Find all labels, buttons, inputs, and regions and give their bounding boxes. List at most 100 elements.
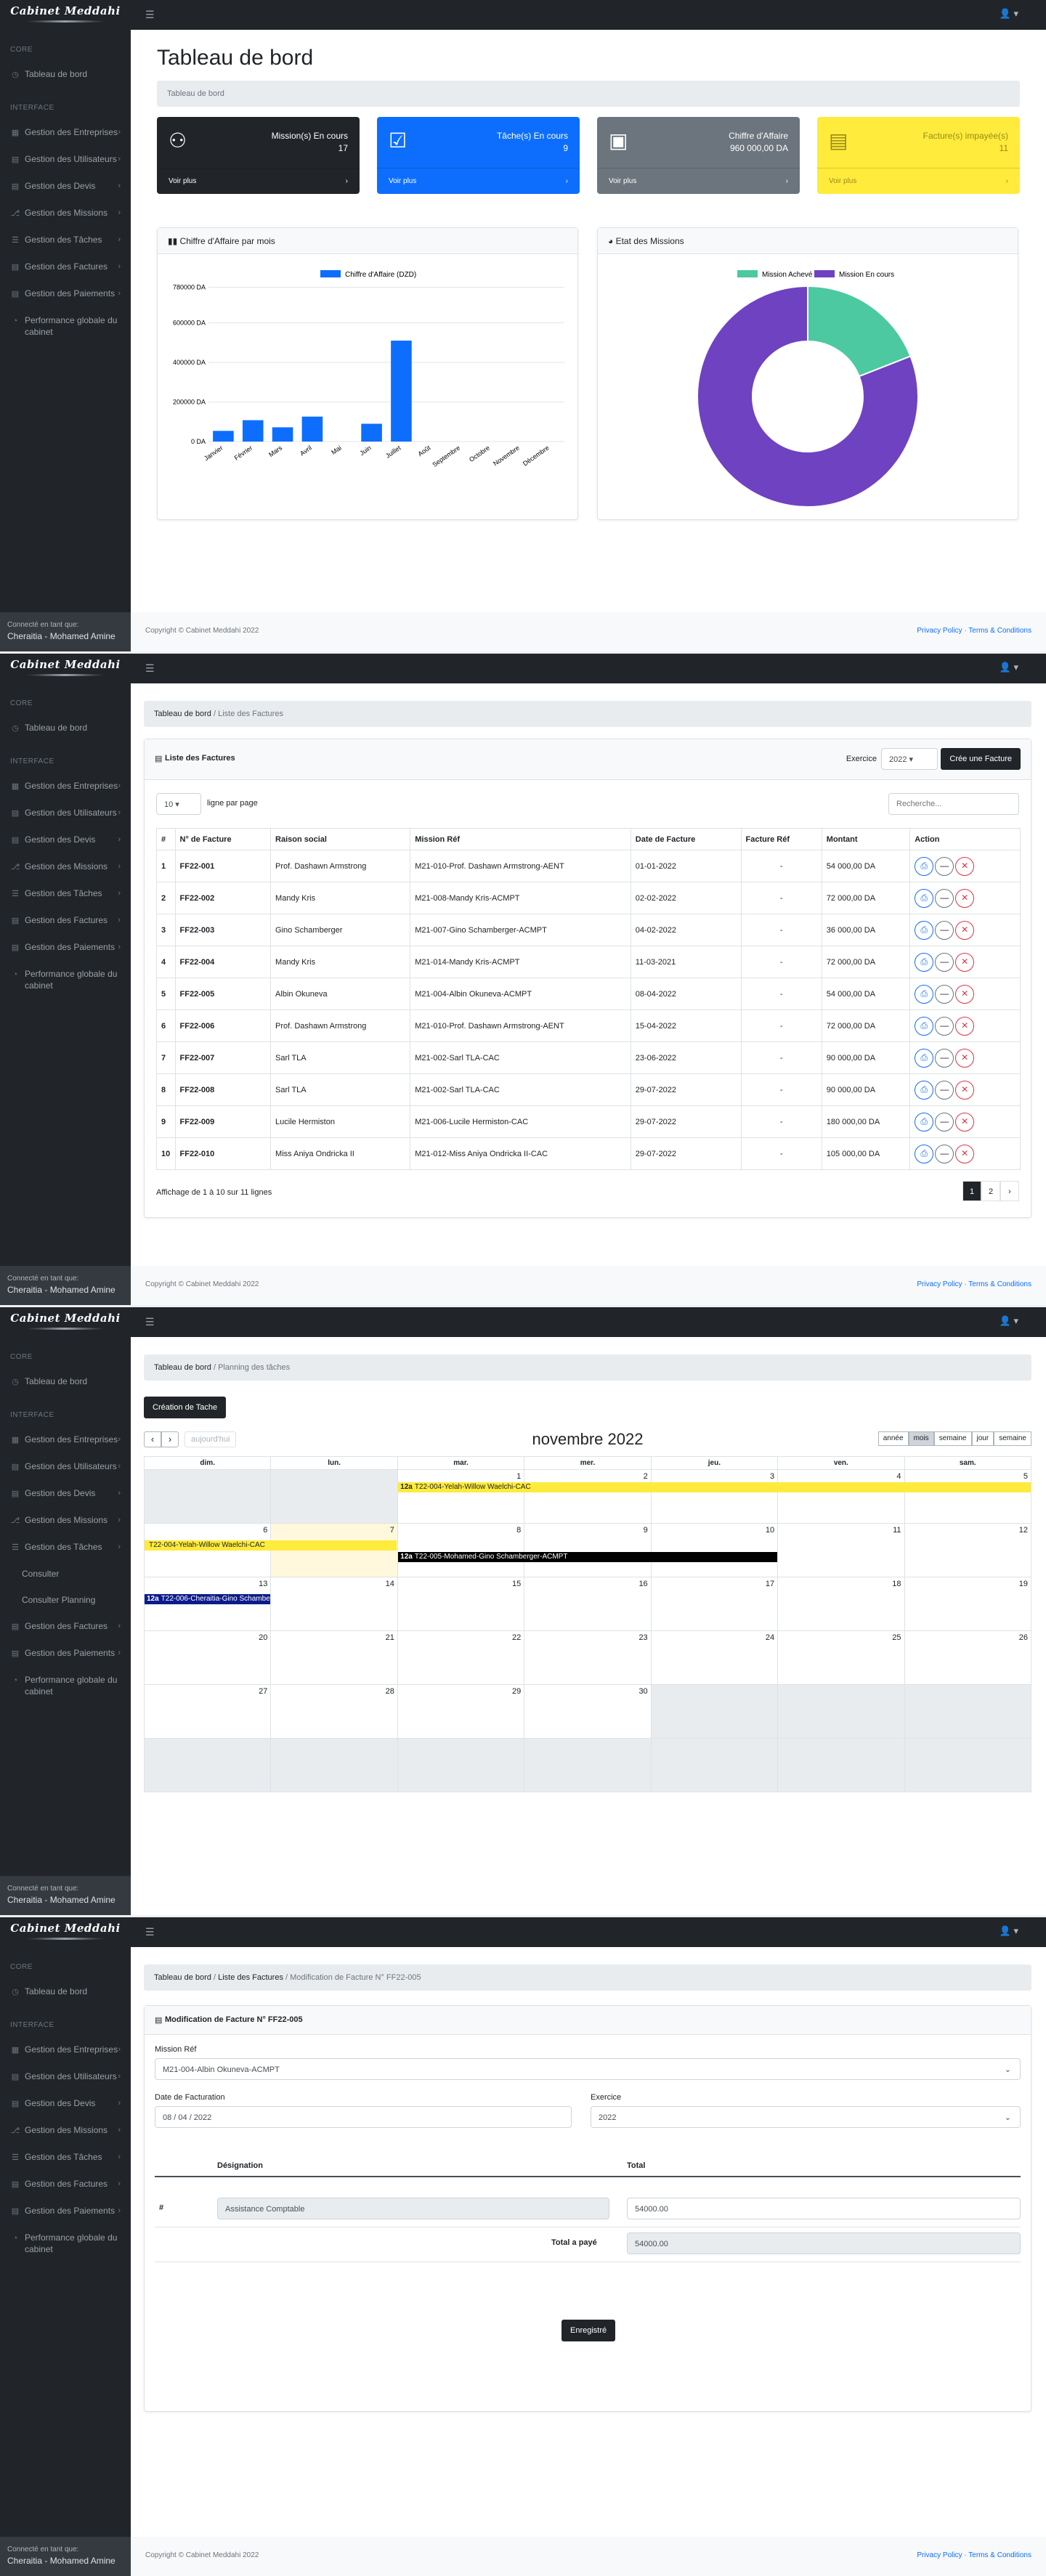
- sidebar-item-6[interactable]: ▤ Gestion des Paiements ›: [0, 934, 131, 961]
- view-button[interactable]: semaine: [933, 1431, 972, 1446]
- view-button[interactable]: jour: [971, 1431, 994, 1446]
- calendar-day[interactable]: 22: [397, 1630, 525, 1685]
- calendar-day[interactable]: 14: [270, 1577, 398, 1631]
- calendar-day[interactable]: 17: [650, 1577, 779, 1631]
- sidebar-item-1[interactable]: ▤ Gestion des Utilisateurs ›: [0, 800, 131, 826]
- date-field[interactable]: 08 / 04 / 2022: [155, 2106, 572, 2128]
- sidebar-item-0[interactable]: ▦ Gestion des Entreprises ›: [0, 2036, 131, 2063]
- calendar-event[interactable]: 12aT22-006-Cheraitia-Gino Schamberger-AC…: [145, 1594, 270, 1604]
- calendar-day[interactable]: 2: [524, 1469, 652, 1524]
- calendar-day[interactable]: 8: [397, 1523, 525, 1577]
- sidebar-item-4[interactable]: ☰ Gestion des Tâches ›: [0, 1534, 131, 1561]
- edit-icon[interactable]: —: [935, 952, 954, 972]
- calendar-day[interactable]: [524, 1738, 652, 1792]
- delete-icon[interactable]: ✕: [955, 952, 975, 972]
- view-button[interactable]: année: [877, 1431, 909, 1446]
- print-icon[interactable]: ⎙: [915, 1144, 934, 1163]
- menu-toggle-icon[interactable]: ☰: [145, 1926, 155, 1938]
- print-icon[interactable]: ⎙: [915, 888, 934, 908]
- print-icon[interactable]: ⎙: [915, 1112, 934, 1131]
- calendar-day[interactable]: 10: [650, 1523, 779, 1577]
- breadcrumb-home[interactable]: Tableau de bord: [154, 1363, 211, 1372]
- sidebar-item-6[interactable]: ▤ Gestion des Paiements ›: [0, 1640, 131, 1667]
- column-header[interactable]: Raison social: [270, 828, 411, 850]
- exercise-select[interactable]: 2022 ▾: [881, 748, 938, 770]
- total-field[interactable]: 54000.00: [627, 2198, 1021, 2219]
- sidebar-item-2[interactable]: ▤ Gestion des Devis ›: [0, 1480, 131, 1507]
- view-button[interactable]: mois: [908, 1431, 934, 1446]
- menu-toggle-icon[interactable]: ☰: [145, 1316, 155, 1328]
- print-icon[interactable]: ⎙: [915, 984, 934, 1004]
- brand-logo[interactable]: Cabinet Meddahi: [0, 1917, 131, 1947]
- calendar-day[interactable]: 21: [270, 1630, 398, 1685]
- delete-icon[interactable]: ✕: [955, 1112, 975, 1131]
- print-icon[interactable]: ⎙: [915, 1080, 934, 1100]
- column-header[interactable]: Mission Réf: [410, 828, 631, 850]
- footer-links[interactable]: Privacy Policy · Terms & Conditions: [917, 1280, 1031, 1288]
- sidebar-item-4[interactable]: ☰ Gestion des Tâches ›: [0, 227, 131, 253]
- sidebar-item-5[interactable]: ▤ Gestion des Factures ›: [0, 253, 131, 280]
- sidebar-subitem-0[interactable]: Consulter: [0, 1561, 131, 1587]
- sidebar-item-3[interactable]: ⎇ Gestion des Missions ›: [0, 1507, 131, 1534]
- calendar-day[interactable]: 15: [397, 1577, 525, 1631]
- mission-select[interactable]: M21-004-Albin Okuneva-ACMPT ⌄: [155, 2058, 1021, 2080]
- column-header[interactable]: Facture Réf: [740, 828, 822, 850]
- column-header[interactable]: #: [156, 828, 176, 850]
- edit-icon[interactable]: —: [935, 888, 954, 908]
- breadcrumb-home[interactable]: Tableau de bord: [154, 710, 211, 718]
- delete-icon[interactable]: ✕: [955, 1016, 975, 1036]
- sidebar-item-2[interactable]: ▤ Gestion des Devis ›: [0, 826, 131, 853]
- calendar-day[interactable]: 26: [904, 1630, 1032, 1685]
- sidebar-item-3[interactable]: ⎇ Gestion des Missions ›: [0, 200, 131, 227]
- menu-toggle-icon[interactable]: ☰: [145, 662, 155, 675]
- edit-icon[interactable]: —: [935, 1048, 954, 1068]
- sidebar-item-7[interactable]: ◔ Performance globale du cabinet: [0, 307, 131, 345]
- sidebar-item-6[interactable]: ▤ Gestion des Paiements ›: [0, 280, 131, 307]
- page-button[interactable]: 1: [962, 1181, 981, 1201]
- calendar-day[interactable]: [270, 1469, 398, 1524]
- column-header[interactable]: N° de Facture: [174, 828, 272, 850]
- sidebar-item-2[interactable]: ▤ Gestion des Devis ›: [0, 173, 131, 200]
- calendar-day[interactable]: 25: [777, 1630, 905, 1685]
- sidebar-item-3[interactable]: ⎇ Gestion des Missions ›: [0, 853, 131, 880]
- user-menu-icon[interactable]: 👤 ▾: [1000, 1315, 1018, 1327]
- edit-icon[interactable]: —: [935, 1080, 954, 1100]
- calendar-day[interactable]: [904, 1738, 1032, 1792]
- brand-logo[interactable]: Cabinet Meddahi: [0, 1307, 131, 1337]
- calendar-event[interactable]: T22-004-Yelah-Willow Waelchi-CAC: [145, 1540, 397, 1551]
- page-button[interactable]: ›: [1000, 1181, 1019, 1201]
- calendar-day[interactable]: [777, 1738, 905, 1792]
- calendar-day[interactable]: 20: [143, 1630, 272, 1685]
- footer-links[interactable]: Privacy Policy · Terms & Conditions: [917, 627, 1031, 635]
- calendar-day[interactable]: 30: [524, 1684, 652, 1739]
- calendar-day[interactable]: 9: [524, 1523, 652, 1577]
- print-icon[interactable]: ⎙: [915, 952, 934, 972]
- designation-field[interactable]: Assistance Comptable: [217, 2198, 609, 2219]
- breadcrumb-invoices[interactable]: Liste des Factures: [218, 1973, 283, 1982]
- print-icon[interactable]: ⎙: [915, 1048, 934, 1068]
- sidebar-subitem-1[interactable]: Consulter Planning: [0, 1587, 131, 1613]
- sidebar-item-dashboard[interactable]: ◷ Tableau de bord: [0, 61, 131, 88]
- calendar-day[interactable]: [904, 1684, 1032, 1739]
- calendar-day[interactable]: 29: [397, 1684, 525, 1739]
- stat-card-more-link[interactable]: Voir plus ›: [157, 168, 360, 194]
- sidebar-item-1[interactable]: ▤ Gestion des Utilisateurs ›: [0, 2063, 131, 2090]
- column-header[interactable]: Montant: [821, 828, 911, 850]
- delete-icon[interactable]: ✕: [955, 1144, 975, 1163]
- calendar-day[interactable]: [650, 1684, 779, 1739]
- calendar-day[interactable]: 19: [904, 1577, 1032, 1631]
- print-icon[interactable]: ⎙: [915, 856, 934, 876]
- delete-icon[interactable]: ✕: [955, 888, 975, 908]
- sidebar-item-7[interactable]: ◔ Performance globale du cabinet: [0, 2224, 131, 2262]
- edit-icon[interactable]: —: [935, 1144, 954, 1163]
- delete-icon[interactable]: ✕: [955, 856, 975, 876]
- page-button[interactable]: 2: [981, 1181, 1000, 1201]
- calendar-event[interactable]: 12a T22-005-Mohamed-Gino Schamberger-ACMP…: [398, 1552, 777, 1562]
- calendar-day[interactable]: 12: [904, 1523, 1032, 1577]
- sidebar-item-4[interactable]: ☰ Gestion des Tâches ›: [0, 880, 131, 907]
- edit-icon[interactable]: —: [935, 1112, 954, 1131]
- calendar-day[interactable]: 5: [904, 1469, 1032, 1524]
- calendar-day[interactable]: 28: [270, 1684, 398, 1739]
- user-menu-icon[interactable]: 👤 ▾: [1000, 662, 1018, 673]
- calendar-day[interactable]: 3: [650, 1469, 779, 1524]
